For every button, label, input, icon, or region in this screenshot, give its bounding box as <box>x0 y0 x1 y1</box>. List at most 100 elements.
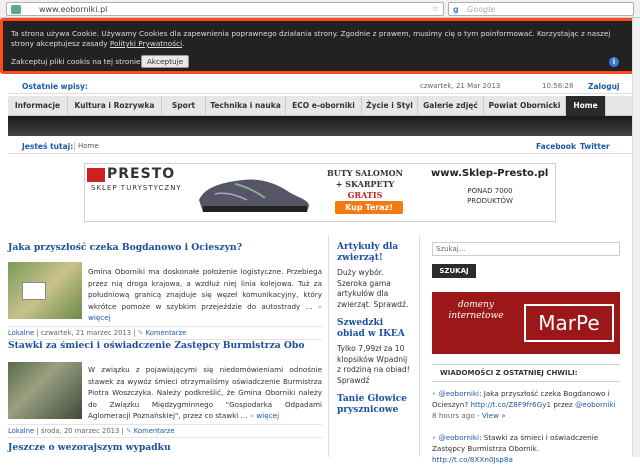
banner-ponad: PONAD 7000 PRODUKTÓW <box>445 186 535 206</box>
cookie-banner: Ta strona używa Cookie. Używamy Cookies … <box>0 18 640 74</box>
browser-toolbar: www.eoborniki.pl ☆ g Google <box>0 0 640 18</box>
tweet-handle[interactable]: @eoborniki <box>439 389 480 398</box>
nav-technika[interactable]: Technika i nauka <box>206 96 286 116</box>
bird-icon: • <box>432 433 437 442</box>
nav-eco[interactable]: ECO e-oborniki <box>286 96 362 116</box>
article-meta: Lokalne | czwartek, 21 marzec 2013 | ✎ K… <box>8 326 322 340</box>
nav-galerie[interactable]: Galerie zdjęć <box>418 96 484 116</box>
article-thumbnail[interactable] <box>8 362 82 419</box>
tweet-via-handle[interactable]: @eoborniki <box>575 400 616 409</box>
article-excerpt-text: Gmina Oborniki ma doskonałe położenie lo… <box>88 267 322 311</box>
read-more-link[interactable]: więcej <box>256 411 279 420</box>
breadcrumb-current[interactable]: Home <box>78 142 99 150</box>
banner-ponad-1: PONAD 7000 <box>467 187 513 195</box>
info-icon[interactable]: i <box>609 57 619 67</box>
banner-ponad-2: PRODUKTÓW <box>467 197 513 205</box>
tweet-item: • @eoborniki: Jaka przyszłość czeka Bogd… <box>432 388 620 421</box>
current-time: 10:56:28 <box>542 82 574 90</box>
nav-zycie[interactable]: Życie i Styl <box>362 96 418 116</box>
tweet-link[interactable]: http://t.co/Z8F9fr6Gy1 <box>470 400 551 409</box>
article-title[interactable]: Stawki za śmieci i oświadczenie Zastępcy… <box>8 340 322 351</box>
nav-powiat[interactable]: Powiat Obornicki <box>484 96 566 116</box>
tweet-handle[interactable]: @eoborniki <box>439 433 480 442</box>
sponsored-item[interactable]: Artykuły dla zwierząt! Duży wybór. Szero… <box>337 242 411 310</box>
nav-sport[interactable]: Sport <box>162 96 206 116</box>
sponsored-item[interactable]: Szwedzki obiad w IKEA Tylko 7,99zł za 10… <box>337 318 411 386</box>
article-title[interactable]: Jeszcze o wezorajszym wypadku <box>8 442 322 453</box>
url-bar[interactable]: www.eoborniki.pl ☆ <box>6 2 444 16</box>
article-thumbnail[interactable] <box>8 262 82 319</box>
comments-link[interactable]: Komentarze <box>146 329 187 337</box>
article: Stawki za śmieci i oświadczenie Zastępcy… <box>8 340 322 438</box>
scrollbar[interactable] <box>632 18 640 457</box>
banner-slogan-1: BUTY SALOMON <box>327 168 403 178</box>
article-date: czwartek, 21 marzec 2013 <box>40 329 132 337</box>
site-search-button[interactable]: SZUKAJ <box>432 264 476 278</box>
sponsored-title[interactable]: Tanie Głowice prysznicowe <box>337 394 411 416</box>
banner-slogan-2: + SKARPETY <box>335 179 395 189</box>
cookie-message: Ta strona używa Cookie. Używamy Cookies … <box>11 29 611 48</box>
article-category[interactable]: Lokalne <box>8 427 34 435</box>
sponsored-column: Artykuły dla zwierząt! Duży wybór. Szero… <box>328 236 420 457</box>
read-more-link[interactable]: więcej <box>88 313 111 322</box>
news-widget-title: WIADOMOŚCI Z OSTATNIEJ CHWILI: <box>432 364 620 382</box>
bird-icon: • <box>432 389 437 398</box>
marpe-ad[interactable]: domeny internetowe MarPe <box>432 292 620 354</box>
article-excerpt: W związku z pojawiającymi się niedomówie… <box>88 364 322 422</box>
more-icon: » <box>317 301 322 311</box>
shoe-image-icon <box>199 179 309 212</box>
article-title[interactable]: Jaka przyszłość czeka Bogdanowo i Ociesz… <box>8 242 322 253</box>
google-icon: g <box>453 5 459 14</box>
article: Jaka przyszłość czeka Bogdanowo i Ociesz… <box>8 242 322 340</box>
accept-cookies-button[interactable]: Akceptuje <box>141 55 189 68</box>
login-link[interactable]: Zaloguj <box>588 82 620 91</box>
marpe-ad-left: domeny internetowe <box>448 300 504 321</box>
sponsored-text: Tylko 7,99zł za 10 klopsików Wpadnij z r… <box>337 344 410 385</box>
main-nav: Informacje Kultura i Rozrywka Sport Tech… <box>8 96 632 116</box>
sponsored-text: Duży wybór. Szeroka gama artykułów dla z… <box>337 268 409 309</box>
site-icon <box>11 5 21 14</box>
article: Jeszcze o wezorajszym wypadku <box>8 442 322 453</box>
banner-website: www.Sklep-Presto.pl <box>431 168 549 179</box>
nav-informacje[interactable]: Informacje <box>8 96 68 116</box>
sponsored-title[interactable]: Artykuły dla zwierząt! <box>337 242 411 264</box>
banner-slogan-2-wrap: + SKARPETY GRATIS <box>317 179 413 201</box>
breadcrumb-label: Jesteś tutaj: <box>22 142 74 151</box>
tweet-link[interactable]: http://t.co/8XXn0Jsp8a <box>432 455 513 464</box>
tweet-view-link[interactable]: View » <box>482 411 506 420</box>
cookie-checkbox-label[interactable]: Zakceptuj pliki cookis na tej stronie <box>11 57 140 66</box>
banner-slogan: BUTY SALOMON + SKARPETY GRATIS <box>317 168 413 201</box>
tweet-item: • @eoborniki: Stawki za śmieci i oświadc… <box>432 432 620 465</box>
tweet-via: przez <box>551 400 576 409</box>
sponsored-title[interactable]: Szwedzki obiad w IKEA <box>337 318 411 340</box>
marpe-ad-box: MarPe <box>524 304 614 342</box>
comments-link[interactable]: Komentarze <box>134 427 175 435</box>
url-text: www.eoborniki.pl <box>39 5 108 14</box>
recent-posts-label: Ostatnie wpisy: <box>22 82 88 91</box>
article-category[interactable]: Lokalne <box>8 329 34 337</box>
breadcrumb-divider <box>74 142 75 151</box>
facebook-link[interactable]: Facebook <box>536 142 576 151</box>
twitter-link[interactable]: Twitter <box>580 142 610 151</box>
browser-search[interactable]: g Google <box>448 2 634 16</box>
presto-banner-ad[interactable]: PRESTO SKLEP TURYSTYCZNY BUTY SALOMON + … <box>84 163 556 222</box>
star-icon[interactable]: ☆ <box>432 4 439 13</box>
privacy-policy-link[interactable]: Polityki Prywatności <box>110 39 182 48</box>
nav-home[interactable]: Home <box>566 96 606 116</box>
more-icon: » <box>249 411 255 420</box>
comment-icon: ✎ <box>125 427 132 435</box>
site-search-input[interactable]: Szukaj... <box>432 242 620 256</box>
tweet-time: 8 hours ago - <box>432 411 482 420</box>
banner-brand-sub: SKLEP TURYSTYCZNY <box>91 184 182 192</box>
banner-cta-button[interactable]: Kup Teraz! <box>335 201 403 214</box>
top-strip: Ostatnie wpisy: czwartek, 21 Mar 2013 10… <box>8 78 632 94</box>
article-meta: Lokalne | środa, 20 marzec 2013 | ✎ Kome… <box>8 424 322 438</box>
breadcrumb: Jesteś tutaj: Home Facebook Twitter <box>8 138 632 154</box>
comment-icon: ✎ <box>137 329 144 337</box>
sub-nav-bar <box>8 116 632 136</box>
article-excerpt-text: W związku z pojawiającymi się niedomówie… <box>88 365 322 420</box>
sponsored-item[interactable]: Tanie Głowice prysznicowe <box>337 394 411 416</box>
banner-gratis: GRATIS <box>347 190 383 200</box>
nav-kultura[interactable]: Kultura i Rozrywka <box>68 96 162 116</box>
banner-brand: PRESTO <box>107 166 176 182</box>
